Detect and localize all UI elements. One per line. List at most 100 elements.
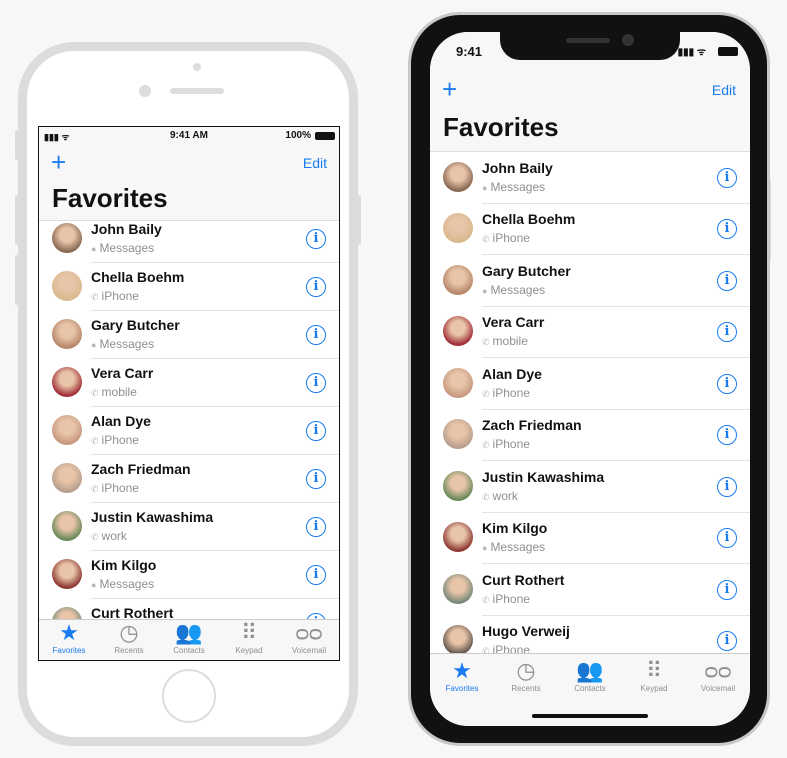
home-indicator[interactable]: [532, 714, 648, 718]
favorite-row[interactable]: Kim Kilgo ● Messages i: [430, 513, 750, 564]
info-button[interactable]: i: [306, 421, 326, 441]
favorite-row[interactable]: Chella Boehm ✆ iPhone i: [430, 204, 750, 255]
contact-type: ● Messages: [482, 180, 545, 194]
info-button[interactable]: i: [717, 631, 737, 652]
info-button[interactable]: i: [306, 325, 326, 345]
favorite-row[interactable]: Justin Kawashima ✆ work i: [430, 461, 750, 513]
tab-label: Keypad: [235, 646, 263, 655]
contact-name: Vera Carr: [482, 314, 545, 331]
info-button[interactable]: i: [306, 229, 326, 249]
tab-favorites[interactable]: ★ Favorites: [39, 620, 99, 660]
phone-icon: ✆: [482, 594, 490, 605]
message-icon: ●: [482, 182, 488, 193]
contact-type-label: iPhone: [492, 231, 530, 246]
contact-type-label: iPhone: [492, 385, 530, 400]
tab-voicemail[interactable]: ᴑᴑ Voicemail: [686, 658, 750, 693]
info-button[interactable]: i: [717, 476, 737, 497]
tab-label: Recents: [114, 646, 144, 655]
iphone-8-frame: ▮▮▮ ᯤ 9:41 AM 100% + Edit Favorites John…: [18, 42, 358, 746]
message-icon: ●: [91, 244, 97, 254]
phone-icon: ✆: [482, 388, 490, 399]
avatar: [52, 319, 82, 349]
favorite-row[interactable]: John Baily ● Messages i: [39, 215, 339, 263]
favorite-row[interactable]: Gary Butcher ● Messages i: [430, 255, 750, 307]
info-button[interactable]: i: [717, 219, 737, 240]
message-icon: ●: [91, 340, 97, 350]
contact-type: ● Messages: [482, 283, 545, 297]
phone-icon: ✆: [482, 440, 490, 451]
tab-keypad[interactable]: ⠿ Keypad: [219, 620, 279, 660]
tab-label: Favorites: [52, 646, 86, 655]
contact-type: ✆iPhone: [482, 231, 530, 245]
info-button[interactable]: i: [717, 373, 737, 394]
phone-icon: ✆: [91, 532, 99, 542]
tab-recents[interactable]: ◷ Recents: [99, 620, 159, 660]
favorite-row[interactable]: Vera Carr ✆ mobile i: [430, 307, 750, 358]
contact-type: ✆iPhone: [482, 386, 530, 400]
favorite-row[interactable]: John Baily ● Messages i: [430, 152, 750, 204]
favorite-row[interactable]: Kim Kilgo ● Messages i: [39, 551, 339, 599]
favorite-row[interactable]: Alan Dye ✆ iPhone i: [430, 358, 750, 410]
tab-voicemail[interactable]: ᴑᴑ Voicemail: [279, 620, 339, 660]
contact-type-label: mobile: [492, 334, 528, 349]
nav-header: 9:41 ▮▮▮ ᯤ + Edit Favorites: [430, 32, 750, 152]
home-button[interactable]: [162, 669, 216, 723]
favorite-row[interactable]: Vera Carr ✆ mobile i: [39, 359, 339, 407]
avatar: [52, 463, 82, 493]
info-button[interactable]: i: [306, 517, 326, 537]
nav-header: ▮▮▮ ᯤ 9:41 AM 100% + Edit Favorites: [39, 127, 339, 221]
battery-percent: 100%: [285, 130, 311, 141]
contact-name: Gary Butcher: [482, 262, 571, 279]
avatar: [52, 223, 82, 253]
contact-type: ● Messages: [91, 577, 154, 591]
edit-button[interactable]: Edit: [303, 155, 327, 171]
screen-iphone-8: ▮▮▮ ᯤ 9:41 AM 100% + Edit Favorites John…: [38, 126, 340, 661]
tab-contacts[interactable]: 👥 Contacts: [159, 620, 219, 660]
tab-favorites[interactable]: ★ Favorites: [430, 658, 494, 693]
edit-button[interactable]: Edit: [712, 82, 736, 98]
favorite-row[interactable]: Zach Friedman ✆ iPhone i: [430, 410, 750, 461]
contact-type-label: iPhone: [101, 289, 139, 303]
avatar: [443, 161, 473, 192]
contact-name: John Baily: [482, 159, 553, 176]
info-button[interactable]: i: [717, 270, 737, 291]
favorite-row[interactable]: Justin Kawashima ✆ work i: [39, 503, 339, 551]
favorite-row[interactable]: Alan Dye ✆ iPhone i: [39, 407, 339, 455]
message-icon: ●: [91, 580, 97, 590]
favorite-row[interactable]: Curt Rothert ✆iPhone i: [430, 564, 750, 616]
info-button[interactable]: i: [717, 322, 737, 343]
info-button[interactable]: i: [717, 528, 737, 549]
page-title: Favorites: [443, 112, 559, 142]
tab-contacts[interactable]: 👥 Contacts: [558, 658, 622, 693]
battery-icon: [718, 47, 738, 56]
avatar: [52, 367, 82, 397]
avatar: [52, 559, 82, 589]
info-button[interactable]: i: [717, 425, 737, 446]
front-camera: [139, 85, 151, 97]
add-favorite-button[interactable]: +: [442, 76, 457, 102]
contact-type-label: Messages: [490, 179, 546, 194]
favorite-row[interactable]: Zach Friedman ✆ iPhone i: [39, 455, 339, 503]
contact-name: Alan Dye: [91, 413, 151, 429]
message-icon: ●: [482, 285, 488, 296]
contact-type-label: iPhone: [101, 481, 139, 495]
info-button[interactable]: i: [306, 373, 326, 393]
page-title: Favorites: [52, 183, 168, 213]
favorite-row[interactable]: Chella Boehm ✆ iPhone i: [39, 263, 339, 311]
contact-name: Hugo Verweij: [482, 623, 570, 640]
info-button[interactable]: i: [306, 565, 326, 585]
favorite-row[interactable]: Gary Butcher ● Messages i: [39, 311, 339, 359]
contact-name: Zach Friedman: [91, 461, 191, 477]
phone-icon: ✆: [482, 234, 490, 245]
tab-keypad[interactable]: ⠿ Keypad: [622, 658, 686, 693]
info-button[interactable]: i: [717, 579, 737, 600]
tab-recents[interactable]: ◷ Recents: [494, 658, 558, 693]
contact-name: Vera Carr: [91, 365, 154, 381]
info-button[interactable]: i: [306, 469, 326, 489]
contact-type-label: work: [492, 488, 518, 503]
add-favorite-button[interactable]: +: [51, 149, 66, 175]
info-button[interactable]: i: [306, 277, 326, 297]
battery-icon: [315, 132, 335, 140]
tab-label: Contacts: [574, 684, 606, 693]
info-button[interactable]: i: [717, 167, 737, 188]
